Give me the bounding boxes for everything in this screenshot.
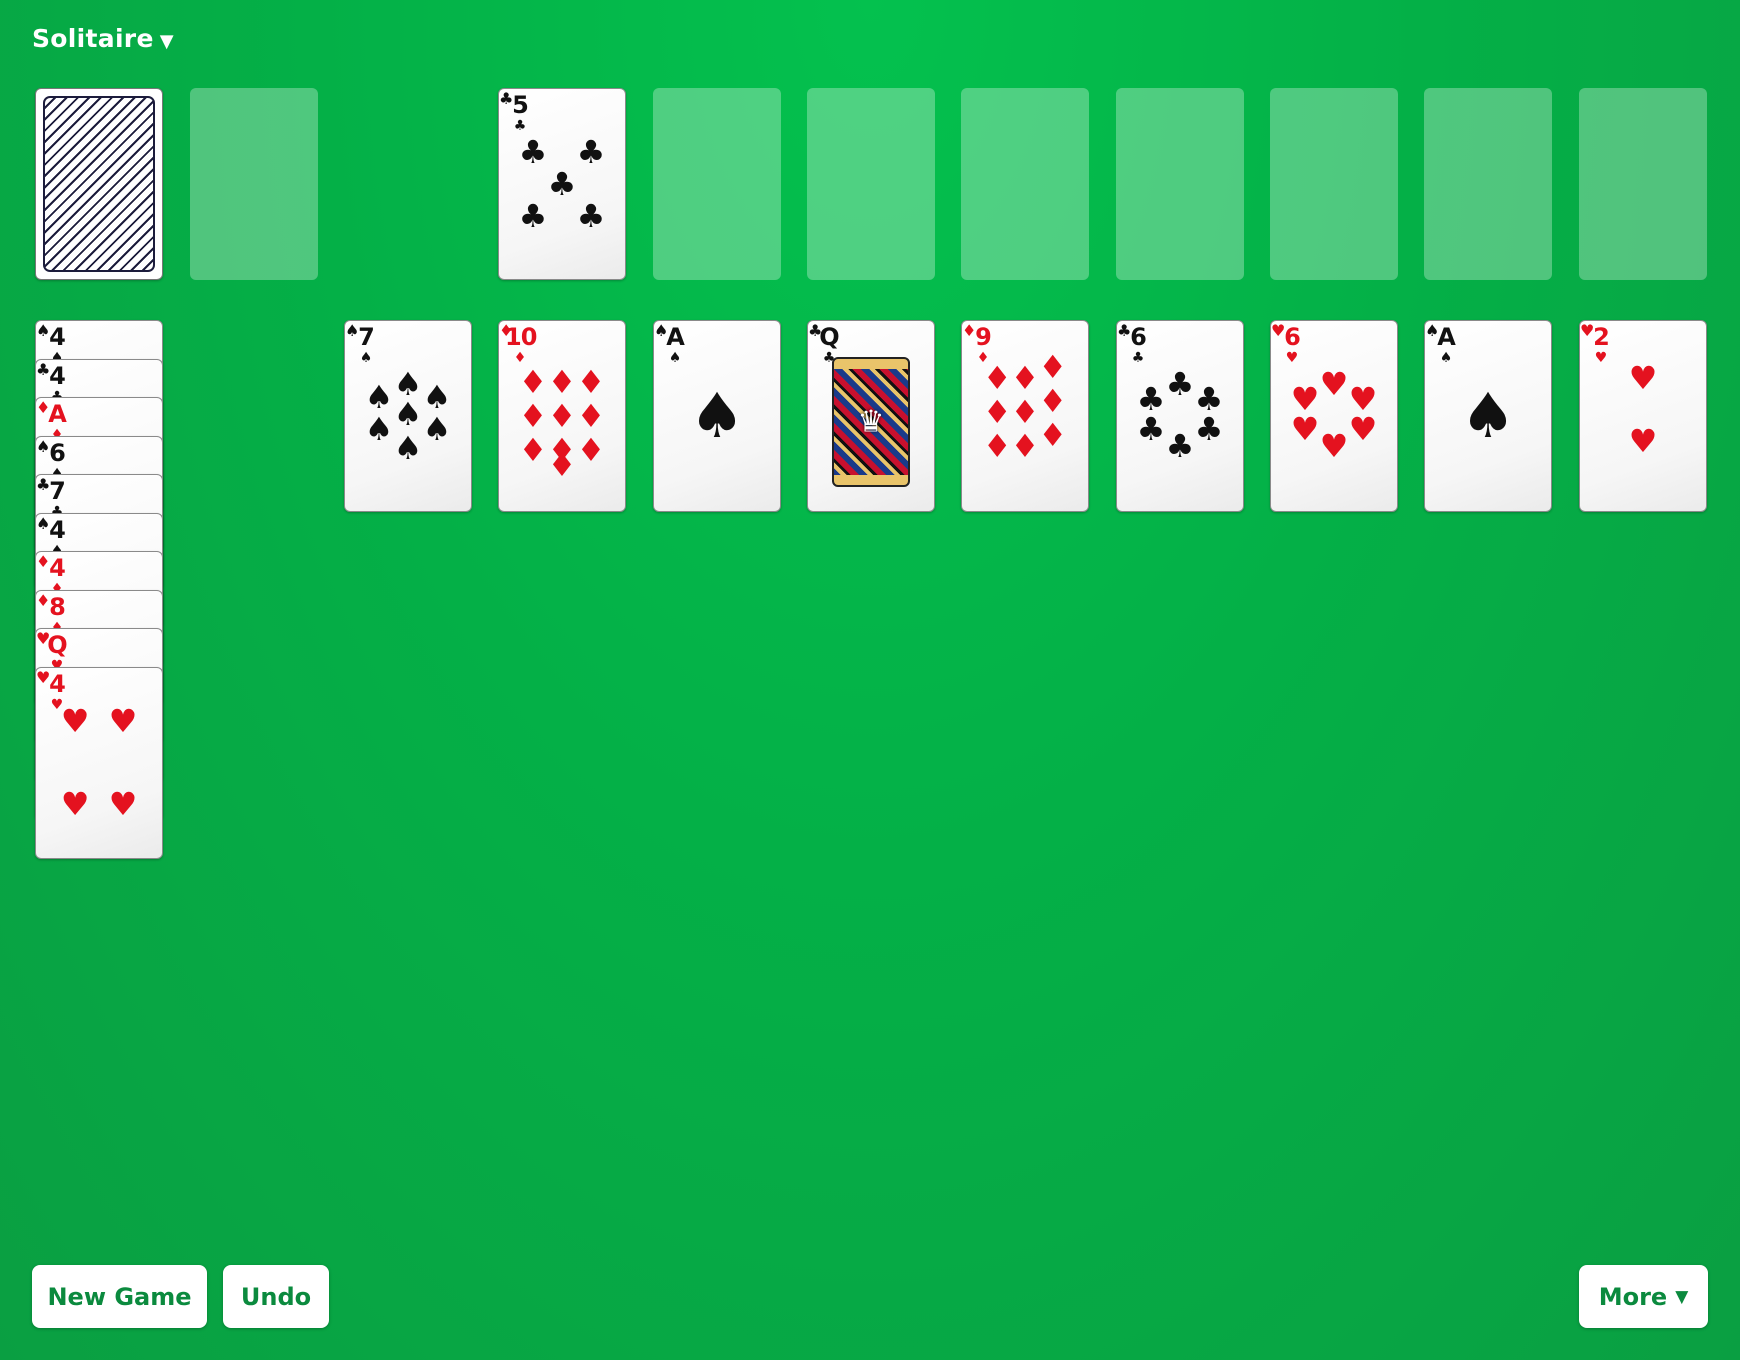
card-pips: ♠ [1425,321,1551,511]
suit-pip-icon: ♦ [1038,381,1068,420]
suit-pip-icon: ♦ [982,359,1012,397]
card-pips: ♦ ♦ ♦ ♦ ♦ ♦ ♦ ♦ ♦ ♦ [499,321,625,511]
tableau-card[interactable]: A ♠ ♠ ♠ [653,320,781,512]
foundation-slot[interactable] [1579,88,1707,280]
card-rank: 4 [49,515,66,544]
card-pips: ♠ ♠ ♠ ♠ ♠ ♠ ♠ [345,321,471,511]
card-pips: ♥ ♥ [1580,321,1706,511]
foundation-slot[interactable] [807,88,935,280]
suit-pip-icon: ♣ [1165,364,1195,403]
suit-pip-icon: ♥ [1628,421,1658,460]
suit-pip-icon: ♥ [108,785,138,824]
suit-pip-icon: ♦ [982,427,1012,466]
suit-pip-icon: ♣ [518,197,548,236]
foundation-slot[interactable] [653,88,781,280]
suit-pip-icon: ♦ [1010,359,1040,397]
suit-pip-icon: ♦ [1038,347,1068,386]
more-caret-icon: ▼ [1675,1286,1689,1307]
suit-pip-icon: ♣ [1194,410,1224,449]
suit-pip-icon: ♣ [547,165,577,203]
foundation-slot[interactable] [1424,88,1552,280]
foundation-slot[interactable] [1116,88,1244,280]
suit-pip-icon: ♦ [518,431,548,470]
game-menu-title[interactable]: Solitaire ▼ [32,24,174,53]
card-rank: Q [819,323,839,351]
suit-pip-icon: ♦ [576,397,606,435]
suit-pip-icon: ♦ [982,393,1012,432]
suit-pip-icon: ♦ [1038,416,1068,454]
suit-pip-icon: ♦ [547,362,577,401]
suit-pip-icon: ♣ [518,132,548,171]
suit-pip-icon: ♠ [364,410,394,449]
face-card-art: ♛ [832,357,910,487]
card-back-pattern [43,96,155,272]
suit-pip-icon: ♥ [108,701,138,740]
suit-pip-icon: ♠ [364,378,394,416]
card-rank: 8 [49,592,66,621]
card-rank: 4 [49,361,66,390]
card-pips: ♦ ♦ ♦ ♦ ♦ ♦ ♦ ♦ ♦ [962,321,1088,511]
card-pips: ♠ [654,321,780,511]
tableau-card[interactable]: 7 ♠ ♠ ♠ ♠ ♠ ♠ ♠ ♠ ♠ [344,320,472,512]
suit-pip-icon: ♦ [518,362,548,401]
foundation-slot[interactable] [1270,88,1398,280]
suit-pip-icon: ♠ [393,429,423,468]
suit-pip-icon: ♦ [1010,393,1040,432]
foundation-card[interactable]: 5 ♣ ♣ ♣ ♣ ♣ ♣ ♣ [498,88,626,280]
suit-pip-icon: ♦ [1010,427,1040,466]
suit-pip-icon: ♥ [1628,359,1658,397]
tableau-card[interactable]: 9 ♦ ♦ ♦ ♦ ♦ ♦ ♦ ♦ ♦ ♦ ♦ [961,320,1089,512]
suit-pip-icon: ♠ [393,395,423,434]
suit-pip-icon: ♠ [422,378,452,416]
tableau-card[interactable]: 6 ♥ ♥ ♥ ♥ ♥ ♥ ♥ ♥ [1270,320,1398,512]
tableau-card[interactable]: 10 ♦ ♦ ♦ ♦ ♦ ♦ ♦ ♦ ♦ ♦ ♦ ♦ [498,320,626,512]
suit-pip-icon: ♦ [547,397,577,435]
undo-button[interactable]: Undo [223,1265,329,1328]
suit-pip-icon: ♥ [1319,427,1349,466]
suit-pip-icon: ♠ [422,410,452,449]
suit-pip-icon: ♥ [1319,364,1349,403]
waste-slot[interactable] [190,88,318,280]
suit-pip-icon: ♠ [689,379,745,452]
suit-pip-icon: ♥ [1290,410,1320,449]
suit-pip-icon: ♣ [1136,410,1166,449]
card-rank: Q [47,631,67,659]
suit-pip-icon: ♦ [518,397,548,435]
crown-icon: ♛ [857,404,885,440]
reserve-card[interactable]: 4 ♥ ♥ ♥ ♥ ♥ ♥ [35,666,163,859]
dropdown-caret-icon: ▼ [159,31,174,52]
suit-pip-icon: ♣ [576,197,606,236]
card-rank: 7 [49,477,66,505]
card-pips: ♥ ♥ ♥ ♥ [36,668,162,858]
card-pips: ♣ ♣ ♣ ♣ ♣ ♣ [1117,321,1243,511]
game-title-label: Solitaire [32,24,154,53]
tableau-card[interactable]: Q ♣ ♣ ♛ [807,320,935,512]
suit-pip-icon: ♠ [1460,379,1516,452]
card-rank: A [48,400,67,428]
suit-pip-icon: ♥ [1348,410,1378,449]
card-rank: 6 [49,438,66,467]
card-rank: 4 [49,323,66,351]
suit-pip-icon: ♥ [60,701,90,740]
tableau-card[interactable]: 2 ♥ ♥ ♥ ♥ [1579,320,1707,512]
stock-pile[interactable] [35,88,163,280]
suit-pip-icon: ♣ [576,132,606,171]
card-rank: 4 [49,554,66,582]
suit-pip-icon: ♥ [60,785,90,824]
tableau-card[interactable]: A ♠ ♠ ♠ [1424,320,1552,512]
more-button-label: More [1598,1282,1668,1311]
suit-pip-icon: ♣ [1165,427,1195,466]
card-pips: ♣ ♣ ♣ ♣ ♣ [499,89,625,279]
card-pips: ♥ ♥ ♥ ♥ ♥ ♥ [1271,321,1397,511]
tableau-card[interactable]: 6 ♣ ♣ ♣ ♣ ♣ ♣ ♣ ♣ [1116,320,1244,512]
new-game-button[interactable]: New Game [32,1265,207,1328]
suit-pip-icon: ♦ [576,362,606,401]
more-menu-button[interactable]: More ▼ [1579,1265,1708,1328]
foundation-slot[interactable] [961,88,1089,280]
suit-pip-icon: ♦ [576,431,606,470]
suit-pip-icon: ♦ [547,446,577,485]
